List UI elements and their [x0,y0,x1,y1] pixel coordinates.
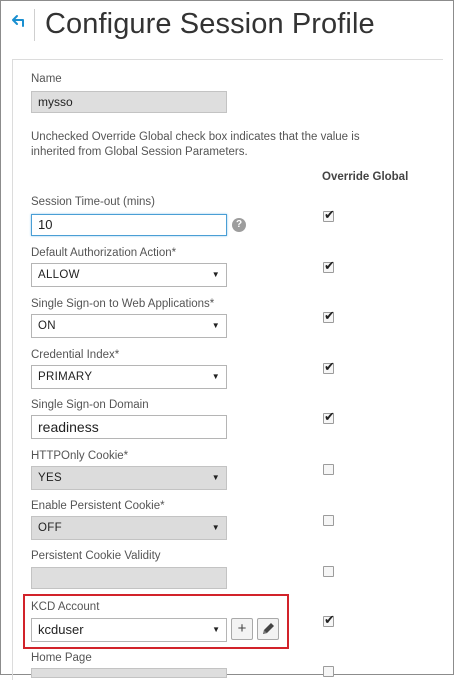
override-checkbox-sso-web[interactable]: ✔ [323,308,335,323]
override-checkbox-kcd-account[interactable]: ✔ [323,612,335,627]
caret-down-icon: ▼ [211,270,220,279]
default-auth-label: Default Authorization Action* [31,247,177,259]
pencil-icon [263,623,274,634]
page-header: Configure Session Profile [0,0,454,52]
override-checkbox-persistent-validity[interactable] [323,566,334,577]
page-title: Configure Session Profile [45,8,375,40]
checkmark-icon: ✔ [324,612,335,627]
sso-web-label: Single Sign-on to Web Applications* [31,298,215,310]
home-page-label: Home Page [31,652,92,664]
caret-down-icon: ▼ [211,473,220,482]
caret-down-icon: ▼ [212,625,220,634]
httponly-cookie-label: HTTPOnly Cookie* [31,450,129,462]
kcd-account-value: kcduser [38,622,84,637]
back-arrow-icon[interactable] [10,14,28,32]
httponly-cookie-select[interactable]: YES ▼ [31,466,227,490]
sso-web-value: ON [38,320,56,332]
override-checkbox-default-auth[interactable]: ✔ [323,258,335,273]
default-auth-value: ALLOW [38,269,80,281]
credential-index-select[interactable]: PRIMARY ▼ [31,365,227,389]
session-timeout-input[interactable]: 10 [31,214,227,236]
sso-web-select[interactable]: ON ▼ [31,314,227,338]
caret-down-icon: ▼ [211,523,220,532]
override-checkbox-httponly-cookie[interactable] [323,464,334,475]
caret-down-icon: ▼ [211,372,220,381]
checkmark-icon: ✔ [324,207,335,222]
edit-kcd-account-button[interactable] [257,618,279,640]
kcd-account-label: KCD Account [31,601,100,613]
help-icon[interactable]: ? [232,218,246,232]
override-note: Unchecked Override Global check box indi… [31,131,360,158]
plus-icon: + [237,620,247,637]
override-checkbox-home-page[interactable] [323,666,334,677]
override-global-header: Override Global [322,171,409,183]
override-checkbox-credential-index[interactable]: ✔ [323,359,335,374]
httponly-cookie-value: YES [38,472,62,484]
persistent-cookie-select[interactable]: OFF ▼ [31,516,227,540]
checkmark-icon: ✔ [324,258,335,273]
session-timeout-label: Session Time-out (mins) [31,196,155,208]
caret-down-icon: ▼ [211,321,220,330]
credential-index-label: Credential Index* [31,349,120,361]
add-kcd-account-button[interactable]: + [231,618,253,640]
checkmark-icon: ✔ [324,409,335,424]
name-field: mysso [31,91,227,113]
sso-domain-input[interactable]: readiness [31,415,227,439]
override-checkbox-session-timeout[interactable]: ✔ [323,207,335,222]
persistent-validity-label: Persistent Cookie Validity [31,550,161,562]
override-checkbox-persistent-cookie[interactable] [323,515,334,526]
checkmark-icon: ✔ [324,308,335,323]
persistent-cookie-label: Enable Persistent Cookie* [31,500,165,512]
header-divider [34,9,35,41]
override-checkbox-sso-domain[interactable]: ✔ [323,409,335,424]
persistent-validity-input[interactable] [31,567,227,589]
persistent-cookie-value: OFF [38,522,62,534]
sso-domain-label: Single Sign-on Domain [31,399,149,411]
default-auth-select[interactable]: ALLOW ▼ [31,263,227,287]
name-label: Name [31,73,62,85]
kcd-account-select[interactable]: kcduser ▼ [31,618,227,642]
credential-index-value: PRIMARY [38,371,93,383]
home-page-input[interactable] [31,668,227,678]
checkmark-icon: ✔ [324,359,335,374]
